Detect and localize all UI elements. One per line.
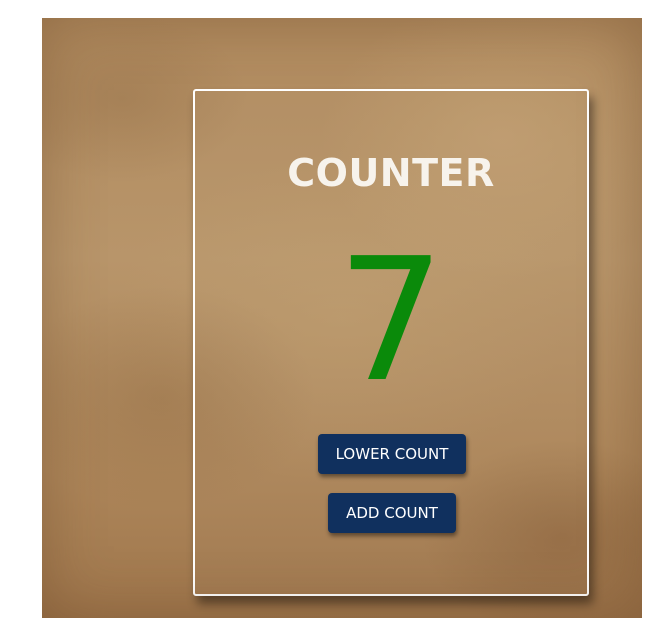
counter-title: COUNTER	[287, 151, 495, 195]
paper-background: COUNTER 7 LOWER COUNT ADD COUNT	[42, 18, 642, 618]
counter-card: COUNTER 7 LOWER COUNT ADD COUNT	[193, 89, 589, 596]
page: COUNTER 7 LOWER COUNT ADD COUNT	[0, 0, 672, 638]
lower-count-button[interactable]: LOWER COUNT	[318, 434, 466, 474]
add-count-button[interactable]: ADD COUNT	[328, 493, 456, 533]
counter-value: 7	[336, 222, 446, 420]
